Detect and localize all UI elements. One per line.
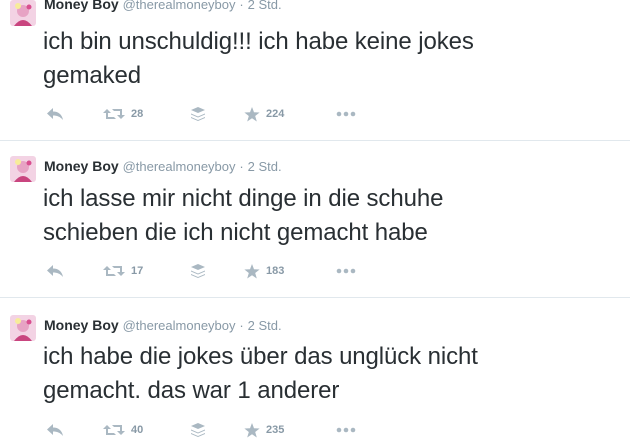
retweet-count: 40 xyxy=(131,424,144,436)
author-handle[interactable]: @therealmoneyboy xyxy=(123,159,236,174)
favorite-count: 235 xyxy=(266,424,285,436)
more-button[interactable] xyxy=(336,105,356,123)
tweet-text-line: ich bin unschuldig!!! ich habe keine jok… xyxy=(43,28,474,55)
retweet-icon xyxy=(103,109,125,119)
more-button[interactable] xyxy=(336,421,356,439)
separator: · xyxy=(239,318,244,333)
buffer-icon xyxy=(191,423,205,437)
retweet-icon xyxy=(103,425,125,435)
tweet-header: Money Boy @therealmoneyboy · 2 Std. xyxy=(44,317,282,334)
tweet-actions: 17 183 xyxy=(46,262,376,280)
author-handle[interactable]: @therealmoneyboy xyxy=(123,0,236,12)
divider xyxy=(0,297,630,298)
favorite-count: 183 xyxy=(266,265,285,277)
separator: · xyxy=(239,159,244,174)
buffer-button[interactable] xyxy=(191,105,205,123)
retweet-count: 17 xyxy=(131,265,144,277)
reply-button[interactable] xyxy=(46,105,64,123)
retweet-button[interactable]: 17 xyxy=(103,262,143,280)
reply-icon xyxy=(47,424,63,436)
timestamp[interactable]: 2 Std. xyxy=(248,159,282,174)
buffer-button[interactable] xyxy=(191,421,205,439)
tweet-text-line: schieben die ich nicht gemacht habe xyxy=(43,219,428,246)
reply-button[interactable] xyxy=(46,421,64,439)
tweet-text: ich habe die jokes über das unglück nich… xyxy=(43,340,613,408)
timestamp[interactable]: 2 Std. xyxy=(248,318,282,333)
favorite-button[interactable]: 224 xyxy=(244,105,284,123)
retweet-icon xyxy=(103,266,125,276)
buffer-icon xyxy=(191,107,205,121)
tweet-text-line: ich lasse mir nicht dinge in die schuhe xyxy=(43,185,444,212)
favorite-button[interactable]: 183 xyxy=(244,262,284,280)
more-icon xyxy=(336,427,356,433)
avatar[interactable] xyxy=(10,156,36,182)
author-name[interactable]: Money Boy xyxy=(44,0,119,12)
reply-icon xyxy=(47,108,63,120)
star-icon xyxy=(244,106,260,121)
tweet-text-line: gemacht. das war 1 anderer xyxy=(43,377,340,404)
retweet-button[interactable]: 40 xyxy=(103,421,143,439)
favorite-button[interactable]: 235 xyxy=(244,421,284,439)
tweet-text: ich lasse mir nicht dinge in die schuhe … xyxy=(43,182,613,250)
tweet-actions: 40 235 xyxy=(46,421,376,439)
tweet-text-line: gemaked xyxy=(43,62,142,89)
avatar[interactable] xyxy=(10,315,36,341)
more-icon xyxy=(336,268,356,274)
reply-button[interactable] xyxy=(46,262,64,280)
tweet-text-line: ich habe die jokes über das unglück nich… xyxy=(43,343,478,370)
buffer-icon xyxy=(191,264,205,278)
tweet-header: Money Boy @therealmoneyboy · 2 Std. xyxy=(44,158,282,175)
avatar[interactable] xyxy=(10,0,36,26)
author-name[interactable]: Money Boy xyxy=(44,158,119,174)
tweet-actions: 28 224 xyxy=(46,105,376,123)
author-name[interactable]: Money Boy xyxy=(44,317,119,333)
divider xyxy=(0,140,630,141)
more-icon xyxy=(336,111,356,117)
separator: · xyxy=(239,0,244,12)
star-icon xyxy=(244,263,260,278)
buffer-button[interactable] xyxy=(191,262,205,280)
favorite-count: 224 xyxy=(266,108,285,120)
tweet-text: ich bin unschuldig!!! ich habe keine jok… xyxy=(43,25,613,93)
more-button[interactable] xyxy=(336,262,356,280)
timestamp[interactable]: 2 Std. xyxy=(248,0,282,12)
tweet-header: Money Boy @therealmoneyboy · 2 Std. xyxy=(44,0,282,13)
retweet-button[interactable]: 28 xyxy=(103,105,143,123)
retweet-count: 28 xyxy=(131,108,144,120)
author-handle[interactable]: @therealmoneyboy xyxy=(123,318,236,333)
star-icon xyxy=(244,422,260,437)
reply-icon xyxy=(47,265,63,277)
